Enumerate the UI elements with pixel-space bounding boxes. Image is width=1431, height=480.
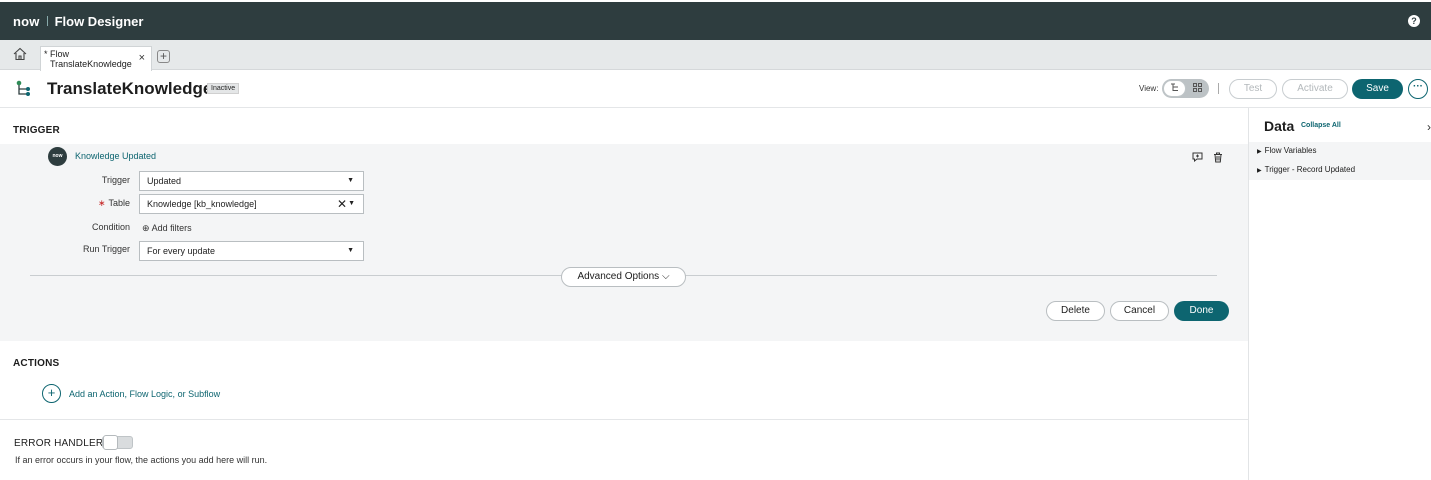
flow-icon xyxy=(16,80,30,96)
run-trigger-select-value: For every update xyxy=(147,246,216,256)
advanced-options-label: Advanced Options xyxy=(577,271,660,282)
data-item-label: Trigger - Record Updated xyxy=(1264,165,1356,174)
data-item-flow-variables[interactable]: ▶ Flow Variables xyxy=(1257,146,1317,155)
list-view-icon[interactable] xyxy=(1170,83,1179,92)
servicenow-logo[interactable]: now xyxy=(13,14,40,29)
chevron-down-icon[interactable]: ▼ xyxy=(348,195,355,213)
add-filters-link[interactable]: ⊕ Add filters xyxy=(142,223,192,234)
trigger-section-label: TRIGGER xyxy=(13,125,60,136)
trigger-name[interactable]: Knowledge Updated xyxy=(75,151,156,161)
help-icon[interactable]: ? xyxy=(1408,15,1420,27)
status-badge: Inactive xyxy=(207,83,240,94)
flow-header: TranslateKnowledge Inactive View: Test A… xyxy=(0,70,1431,108)
trigger-field-label: Trigger xyxy=(101,175,130,185)
data-panel-title: Data xyxy=(1264,118,1295,134)
section-divider xyxy=(0,419,1248,420)
add-action-button[interactable]: + Add an Action, Flow Logic, or Subflow xyxy=(42,384,220,403)
expand-triangle-icon: ▶ xyxy=(1257,149,1262,155)
condition-field-label: Condition xyxy=(91,222,130,232)
save-button[interactable]: Save xyxy=(1352,79,1403,99)
add-action-label[interactable]: Add an Action, Flow Logic, or Subflow xyxy=(69,389,220,399)
collapse-all-link[interactable]: Collapse All xyxy=(1301,122,1341,129)
clear-icon[interactable]: ✕ xyxy=(337,195,347,213)
done-button[interactable]: Done xyxy=(1174,301,1229,321)
error-handler-description: If an error occurs in your flow, the act… xyxy=(15,455,268,465)
add-tab-button[interactable]: + xyxy=(157,50,170,63)
chevron-down-icon: ⌵ xyxy=(661,271,670,282)
table-field-label: ∗ Table xyxy=(50,198,130,209)
close-icon[interactable]: × xyxy=(139,53,145,64)
home-icon[interactable] xyxy=(13,47,27,61)
cancel-button[interactable]: Cancel xyxy=(1110,301,1169,321)
trigger-card: now Knowledge Updated Trigger Updated ▼ … xyxy=(0,144,1248,341)
flow-canvas: TRIGGER now Knowledge Updated Trigger Up… xyxy=(0,108,1248,480)
data-pill-list: ▶ Flow Variables ▶ Trigger - Record Update… xyxy=(1249,142,1431,180)
trigger-select[interactable]: Updated ▼ xyxy=(139,171,364,191)
add-filter-icon: ⊕ xyxy=(142,223,150,233)
grid-view-icon[interactable] xyxy=(1193,83,1202,92)
expand-triangle-icon: ▶ xyxy=(1257,168,1262,174)
tab-translateknowledge[interactable]: * Flow TranslateKnowledge × xyxy=(40,46,152,71)
trigger-select-value: Updated xyxy=(147,176,182,186)
run-trigger-select[interactable]: For every update ▼ xyxy=(139,241,364,261)
chevron-right-icon[interactable]: › xyxy=(1427,120,1431,134)
tab-type-label: * Flow xyxy=(44,49,70,59)
flow-title: TranslateKnowledge xyxy=(47,79,213,98)
delete-icon[interactable] xyxy=(1213,152,1223,163)
app-title: Flow Designer xyxy=(54,13,144,29)
error-handler-toggle[interactable] xyxy=(102,435,133,450)
tab-bar: * Flow TranslateKnowledge × + xyxy=(0,40,1431,71)
error-handler-label: ERROR HANDLER xyxy=(14,438,104,449)
tab-flow-name: TranslateKnowledge xyxy=(50,59,132,69)
view-label: View: xyxy=(1139,84,1159,93)
view-toggle[interactable] xyxy=(1162,79,1209,98)
card-tools xyxy=(1192,152,1223,163)
toggle-knob xyxy=(103,435,118,450)
trigger-icon: now xyxy=(48,147,67,166)
more-options-button[interactable]: ··· xyxy=(1408,79,1428,99)
top-navigation-bar: now Flow Designer ? xyxy=(0,2,1431,40)
table-select[interactable]: Knowledge [kb_knowledge] ✕ ▼ xyxy=(139,194,364,214)
required-asterisk: ∗ xyxy=(97,198,106,208)
chevron-down-icon: ▼ xyxy=(347,177,354,184)
chevron-down-icon: ▼ xyxy=(347,247,354,254)
activate-button[interactable]: Activate xyxy=(1282,79,1348,99)
test-button[interactable]: Test xyxy=(1229,79,1277,99)
delete-button[interactable]: Delete xyxy=(1046,301,1105,321)
data-item-label: Flow Variables xyxy=(1264,146,1317,155)
add-filters-label: Add filters xyxy=(151,223,192,233)
actions-section-label: ACTIONS xyxy=(13,358,60,369)
plus-circle-icon[interactable]: + xyxy=(42,384,61,403)
run-trigger-field-label: Run Trigger xyxy=(82,244,130,254)
logo-separator xyxy=(46,16,48,26)
advanced-options-button[interactable]: Advanced Options ⌵ xyxy=(561,267,686,287)
table-label-text: Table xyxy=(108,198,130,208)
data-panel: Data Collapse All › ▶ Flow Variables ▶ Tri… xyxy=(1248,108,1431,480)
header-divider xyxy=(1218,83,1219,94)
table-select-value: Knowledge [kb_knowledge] xyxy=(147,199,257,209)
comment-icon[interactable] xyxy=(1192,152,1203,162)
data-item-trigger-record-updated[interactable]: ▶ Trigger - Record Updated xyxy=(1257,165,1355,174)
